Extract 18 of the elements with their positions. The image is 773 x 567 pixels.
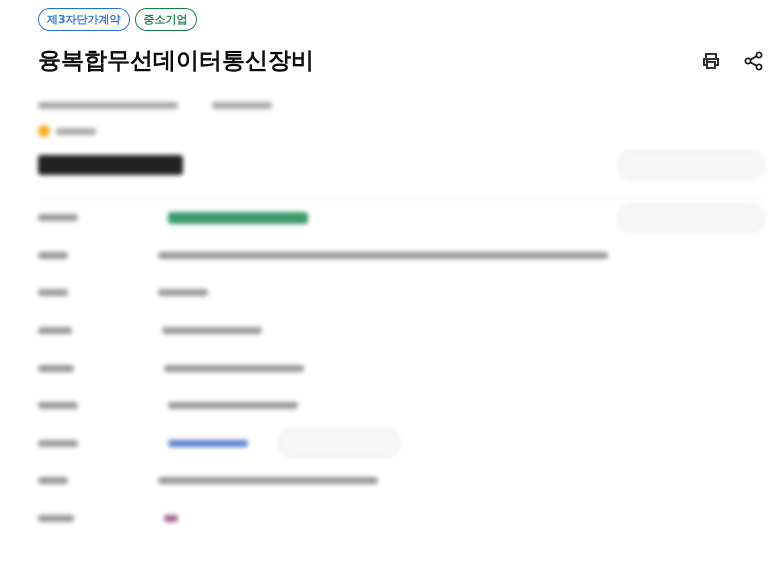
blurred-text — [38, 477, 68, 484]
print-icon[interactable] — [701, 50, 721, 70]
page-title: 융복합무선데이터통신장비 — [38, 47, 314, 76]
blurred-text — [56, 128, 96, 134]
blurred-text — [212, 102, 272, 108]
share-icon[interactable] — [743, 50, 765, 72]
blurred-text — [38, 214, 78, 222]
blurred-text — [158, 289, 208, 296]
blurred-text — [38, 252, 68, 259]
blurred-text — [38, 402, 78, 410]
badge: 중소기업 — [134, 8, 197, 31]
blurred-text — [164, 515, 178, 522]
blurred-text — [38, 440, 78, 447]
blurred-text — [38, 327, 72, 334]
blurred-text — [38, 515, 74, 522]
blurred-text — [38, 289, 68, 296]
badge: 제3자단가계약 — [38, 8, 130, 31]
blurred-text — [38, 364, 74, 372]
